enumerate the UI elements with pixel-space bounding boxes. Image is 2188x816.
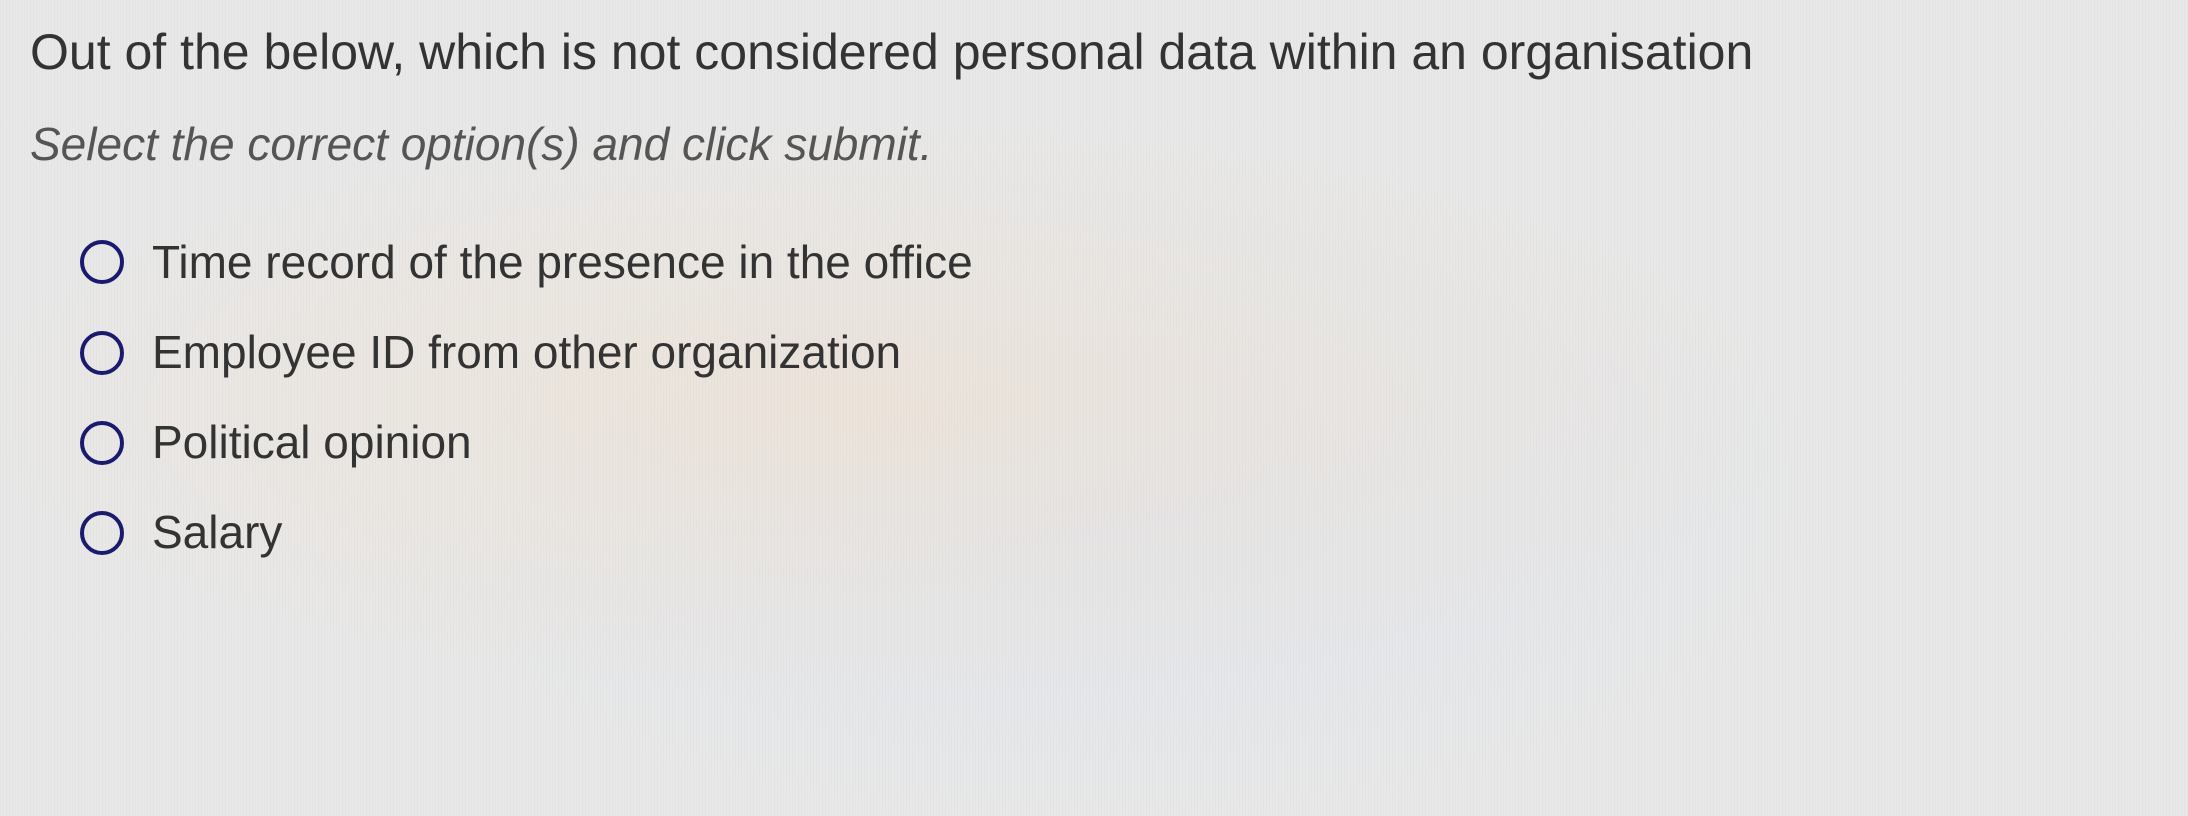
- question-text: Out of the below, which is not considere…: [30, 20, 2158, 85]
- option-item-1[interactable]: Employee ID from other organization: [80, 325, 2158, 380]
- quiz-container: Out of the below, which is not considere…: [30, 20, 2158, 561]
- option-item-0[interactable]: Time record of the presence in the offic…: [80, 235, 2158, 290]
- option-item-2[interactable]: Political opinion: [80, 415, 2158, 470]
- option-label: Time record of the presence in the offic…: [152, 235, 973, 290]
- options-list: Time record of the presence in the offic…: [30, 235, 2158, 561]
- radio-icon: [80, 240, 124, 284]
- radio-icon: [80, 511, 124, 555]
- radio-icon: [80, 421, 124, 465]
- radio-icon: [80, 331, 124, 375]
- instruction-text: Select the correct option(s) and click s…: [30, 115, 2158, 175]
- option-item-3[interactable]: Salary: [80, 505, 2158, 560]
- option-label: Salary: [152, 505, 282, 560]
- option-label: Employee ID from other organization: [152, 325, 901, 380]
- option-label: Political opinion: [152, 415, 472, 470]
